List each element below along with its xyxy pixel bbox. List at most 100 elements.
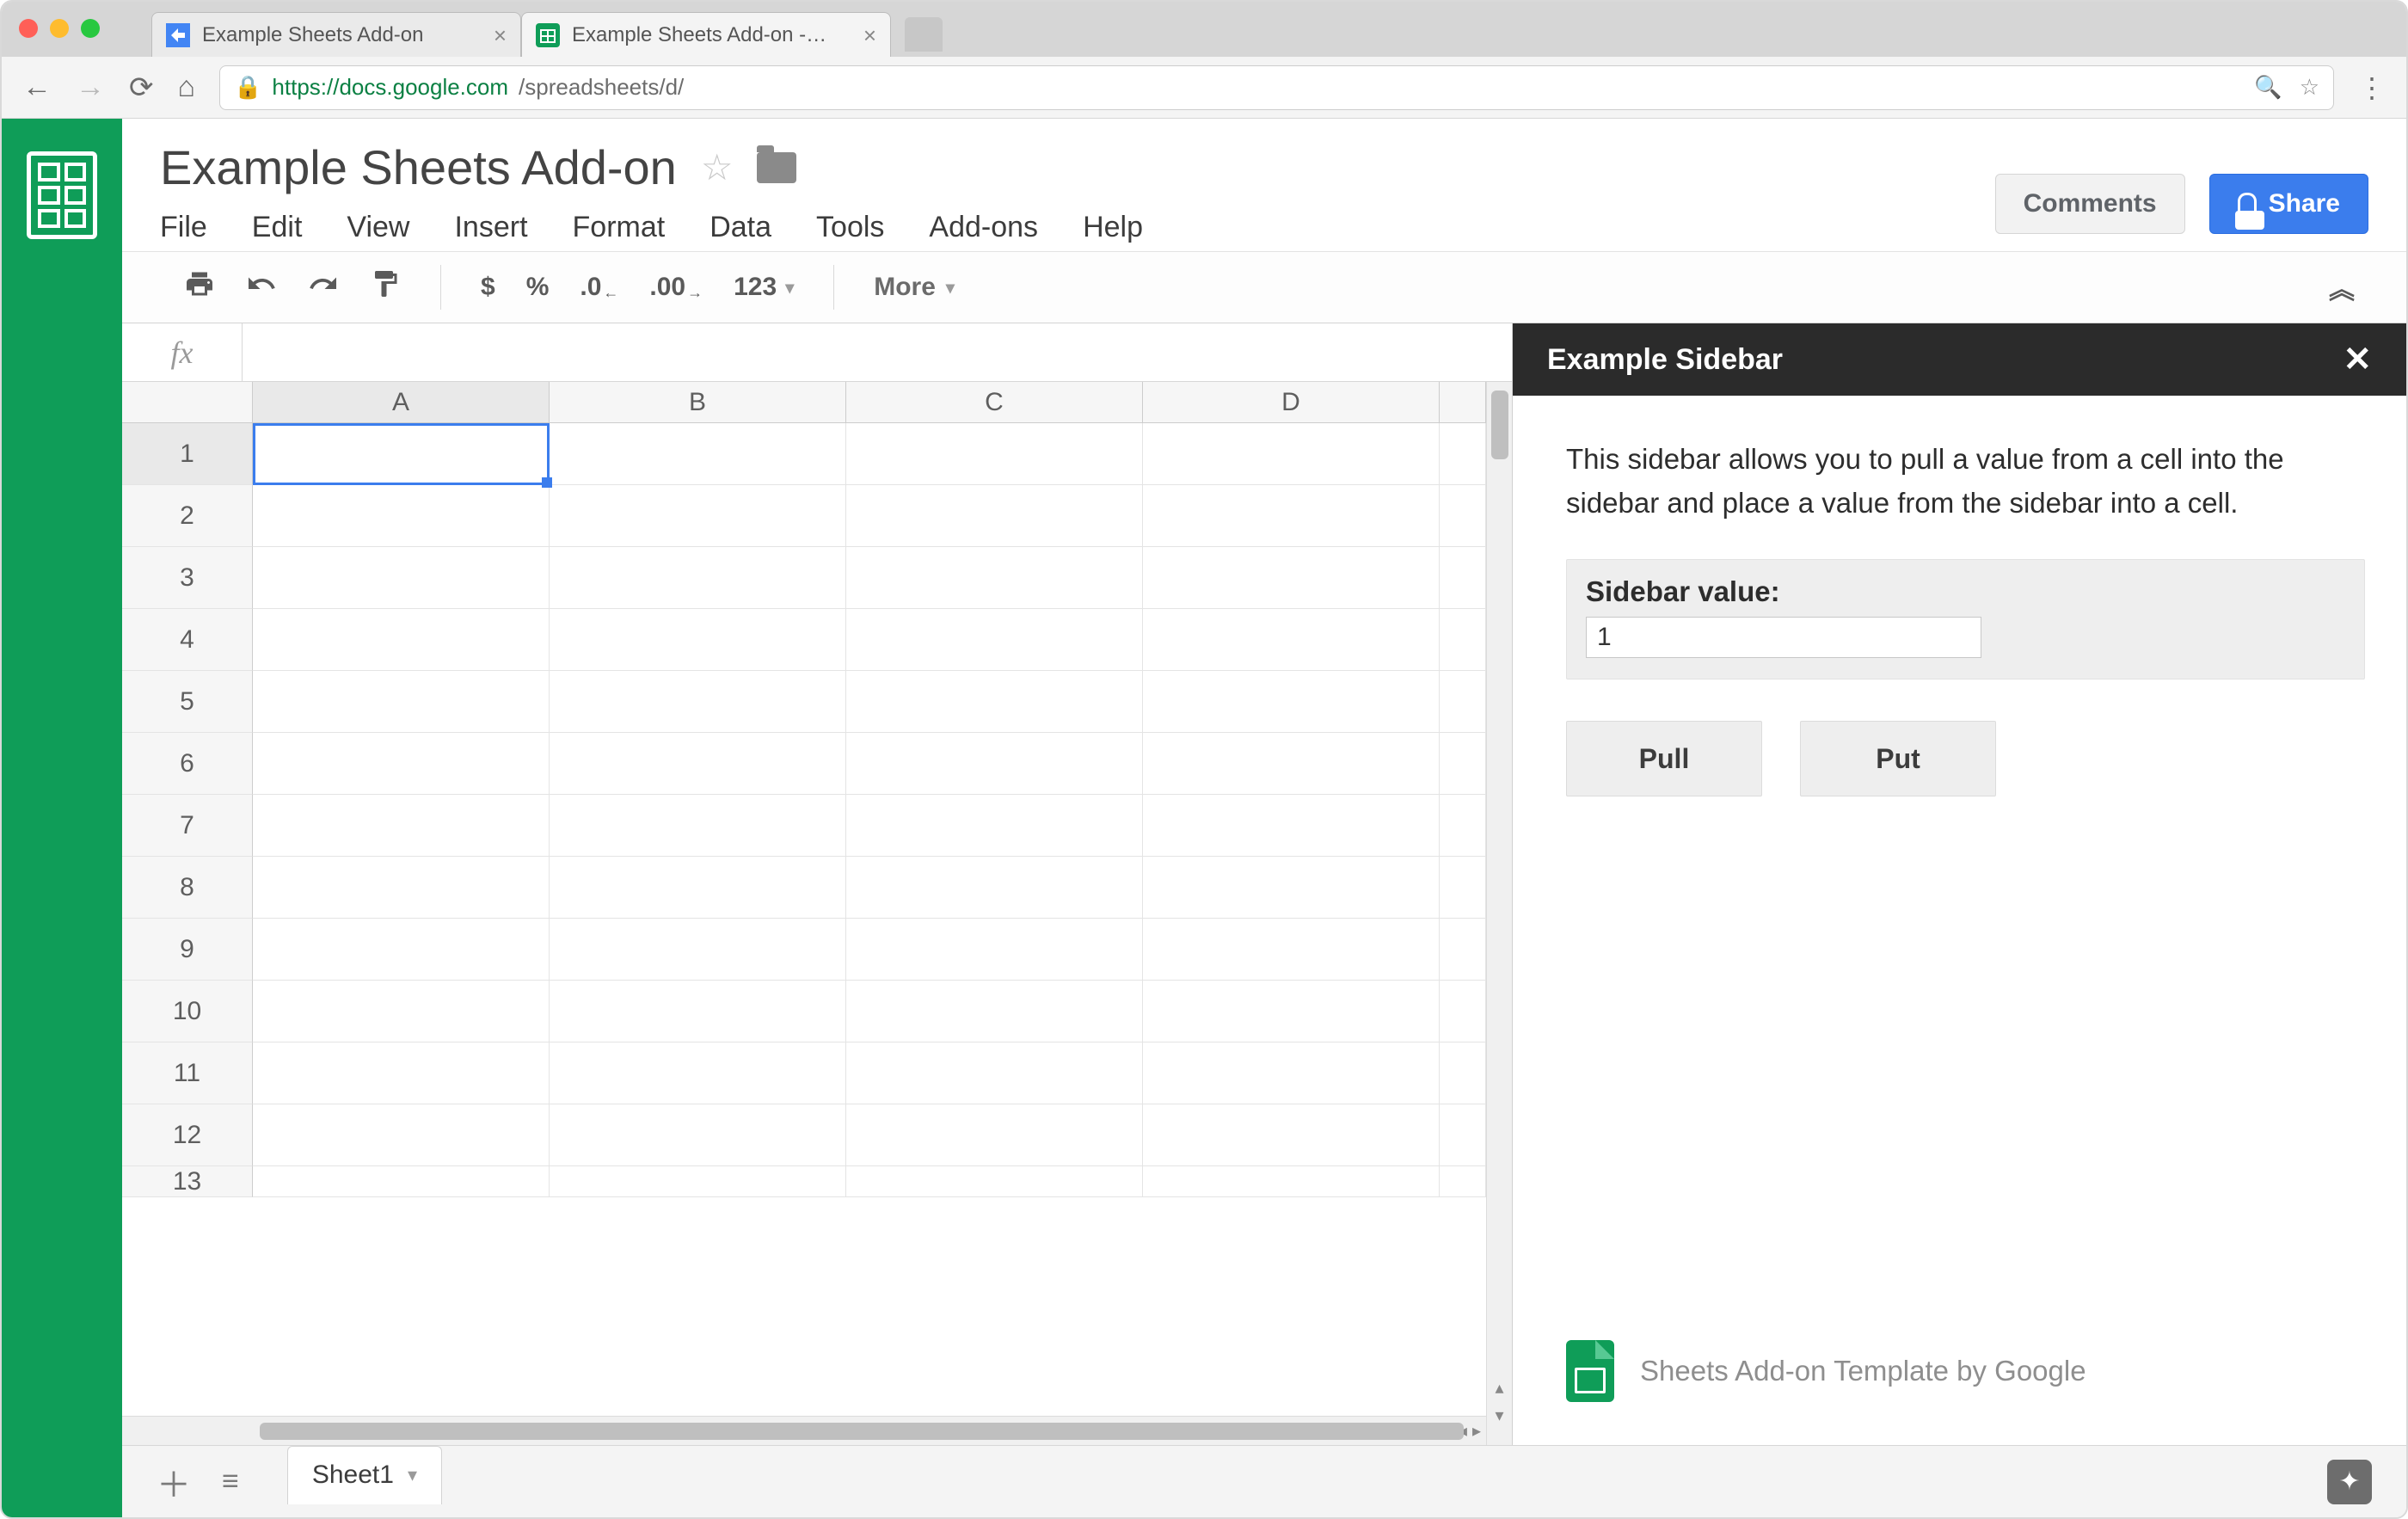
cell[interactable] (846, 919, 1143, 981)
row-header[interactable]: 3 (122, 547, 253, 609)
cell[interactable] (846, 857, 1143, 919)
nav-reload-icon[interactable]: ⟳ (129, 71, 154, 105)
cell[interactable] (550, 1042, 846, 1104)
col-header-a[interactable]: A (253, 382, 550, 422)
add-sheet-icon[interactable]: ＋ (157, 1457, 191, 1507)
share-button[interactable]: Share (2209, 174, 2368, 234)
cell[interactable] (846, 671, 1143, 733)
menu-view[interactable]: View (347, 211, 409, 244)
minimize-window-icon[interactable] (50, 19, 69, 38)
cell[interactable] (550, 857, 846, 919)
menu-data[interactable]: Data (710, 211, 771, 244)
cell[interactable] (1143, 1042, 1440, 1104)
cell[interactable] (550, 1166, 846, 1197)
cell[interactable] (253, 547, 550, 609)
cell[interactable] (1143, 547, 1440, 609)
document-title[interactable]: Example Sheets Add-on (160, 139, 677, 195)
cell[interactable] (1440, 981, 1486, 1042)
cell[interactable] (1440, 919, 1486, 981)
browser-menu-icon[interactable]: ⋮ (2358, 71, 2386, 104)
cell[interactable] (550, 981, 846, 1042)
cell[interactable] (846, 485, 1143, 547)
cell-a1[interactable] (253, 423, 550, 485)
cell[interactable] (253, 485, 550, 547)
cell[interactable] (1143, 857, 1440, 919)
col-header-blank[interactable] (1440, 382, 1486, 422)
close-tab-icon[interactable]: × (494, 24, 507, 46)
cell[interactable] (1440, 671, 1486, 733)
menu-addons[interactable]: Add-ons (929, 211, 1038, 244)
percent-button[interactable]: % (526, 273, 550, 302)
toolbar-more-dropdown[interactable]: More▾ (874, 273, 955, 302)
nav-home-icon[interactable]: ⌂ (178, 71, 196, 104)
grid-body[interactable]: 1 2 3 4 5 6 7 8 9 10 (122, 423, 1486, 1416)
close-tab-icon[interactable]: × (863, 24, 876, 46)
cell[interactable] (1440, 1166, 1486, 1197)
scroll-up-icon[interactable]: ▴ (1495, 1377, 1503, 1399)
row-header[interactable]: 4 (122, 609, 253, 671)
cell[interactable] (1440, 795, 1486, 857)
cell[interactable] (1143, 733, 1440, 795)
comments-button[interactable]: Comments (1995, 174, 2185, 234)
row-header[interactable]: 9 (122, 919, 253, 981)
close-icon[interactable]: ✕ (2343, 340, 2372, 379)
horizontal-scrollbar[interactable]: ◂ ▸ (122, 1416, 1486, 1445)
increase-decimal-button[interactable]: .00→ (649, 273, 703, 302)
row-header[interactable]: 6 (122, 733, 253, 795)
cell[interactable] (846, 423, 1143, 485)
cell[interactable] (1440, 1104, 1486, 1166)
cell[interactable] (1143, 795, 1440, 857)
browser-tab-1[interactable]: Example Sheets Add-on - Goo… × (521, 12, 891, 57)
cell[interactable] (550, 1104, 846, 1166)
redo-icon[interactable] (308, 268, 339, 307)
all-sheets-icon[interactable]: ≡ (222, 1465, 239, 1498)
cell[interactable] (1143, 1166, 1440, 1197)
row-header[interactable]: 10 (122, 981, 253, 1042)
menu-tools[interactable]: Tools (816, 211, 884, 244)
number-format-dropdown[interactable]: 123▾ (734, 273, 794, 302)
cell[interactable] (550, 423, 846, 485)
cell[interactable] (846, 1042, 1143, 1104)
cell[interactable] (846, 1104, 1143, 1166)
cell[interactable] (1143, 1104, 1440, 1166)
cell[interactable] (550, 733, 846, 795)
paint-format-icon[interactable] (370, 268, 401, 307)
decrease-decimal-button[interactable]: .0← (580, 273, 618, 302)
cell[interactable] (1440, 857, 1486, 919)
cell[interactable] (1440, 1042, 1486, 1104)
cell[interactable] (1440, 485, 1486, 547)
col-header-d[interactable]: D (1143, 382, 1440, 422)
cell[interactable] (1440, 733, 1486, 795)
row-header[interactable]: 12 (122, 1104, 253, 1166)
cell[interactable] (253, 795, 550, 857)
explore-button[interactable]: ✦ (2327, 1460, 2372, 1504)
vertical-scrollbar[interactable]: ▴ ▾ (1486, 382, 1512, 1445)
scroll-right-icon[interactable]: ▸ (1472, 1420, 1481, 1442)
address-bar[interactable]: 🔒 https://docs.google.com/spreadsheets/d… (219, 65, 2334, 110)
cell[interactable] (253, 671, 550, 733)
maximize-window-icon[interactable] (81, 19, 100, 38)
cell[interactable] (253, 1166, 550, 1197)
bookmark-star-icon[interactable]: ☆ (2300, 74, 2319, 101)
scroll-thumb[interactable] (260, 1423, 1464, 1440)
row-header[interactable]: 11 (122, 1042, 253, 1104)
cell[interactable] (550, 919, 846, 981)
cell[interactable] (253, 733, 550, 795)
zoom-icon[interactable]: 🔍 (2254, 74, 2282, 101)
close-window-icon[interactable] (19, 19, 38, 38)
cell[interactable] (550, 795, 846, 857)
menu-insert[interactable]: Insert (454, 211, 527, 244)
nav-back-icon[interactable]: ← (22, 71, 52, 104)
cell[interactable] (1143, 485, 1440, 547)
cell[interactable] (846, 733, 1143, 795)
cell[interactable] (253, 981, 550, 1042)
cell[interactable] (1143, 981, 1440, 1042)
nav-forward-icon[interactable]: → (76, 71, 105, 104)
cell[interactable] (550, 671, 846, 733)
put-button[interactable]: Put (1800, 721, 1996, 796)
cell[interactable] (550, 547, 846, 609)
cell[interactable] (253, 857, 550, 919)
scroll-thumb[interactable] (1491, 391, 1508, 459)
menu-edit[interactable]: Edit (252, 211, 303, 244)
cell[interactable] (1143, 671, 1440, 733)
